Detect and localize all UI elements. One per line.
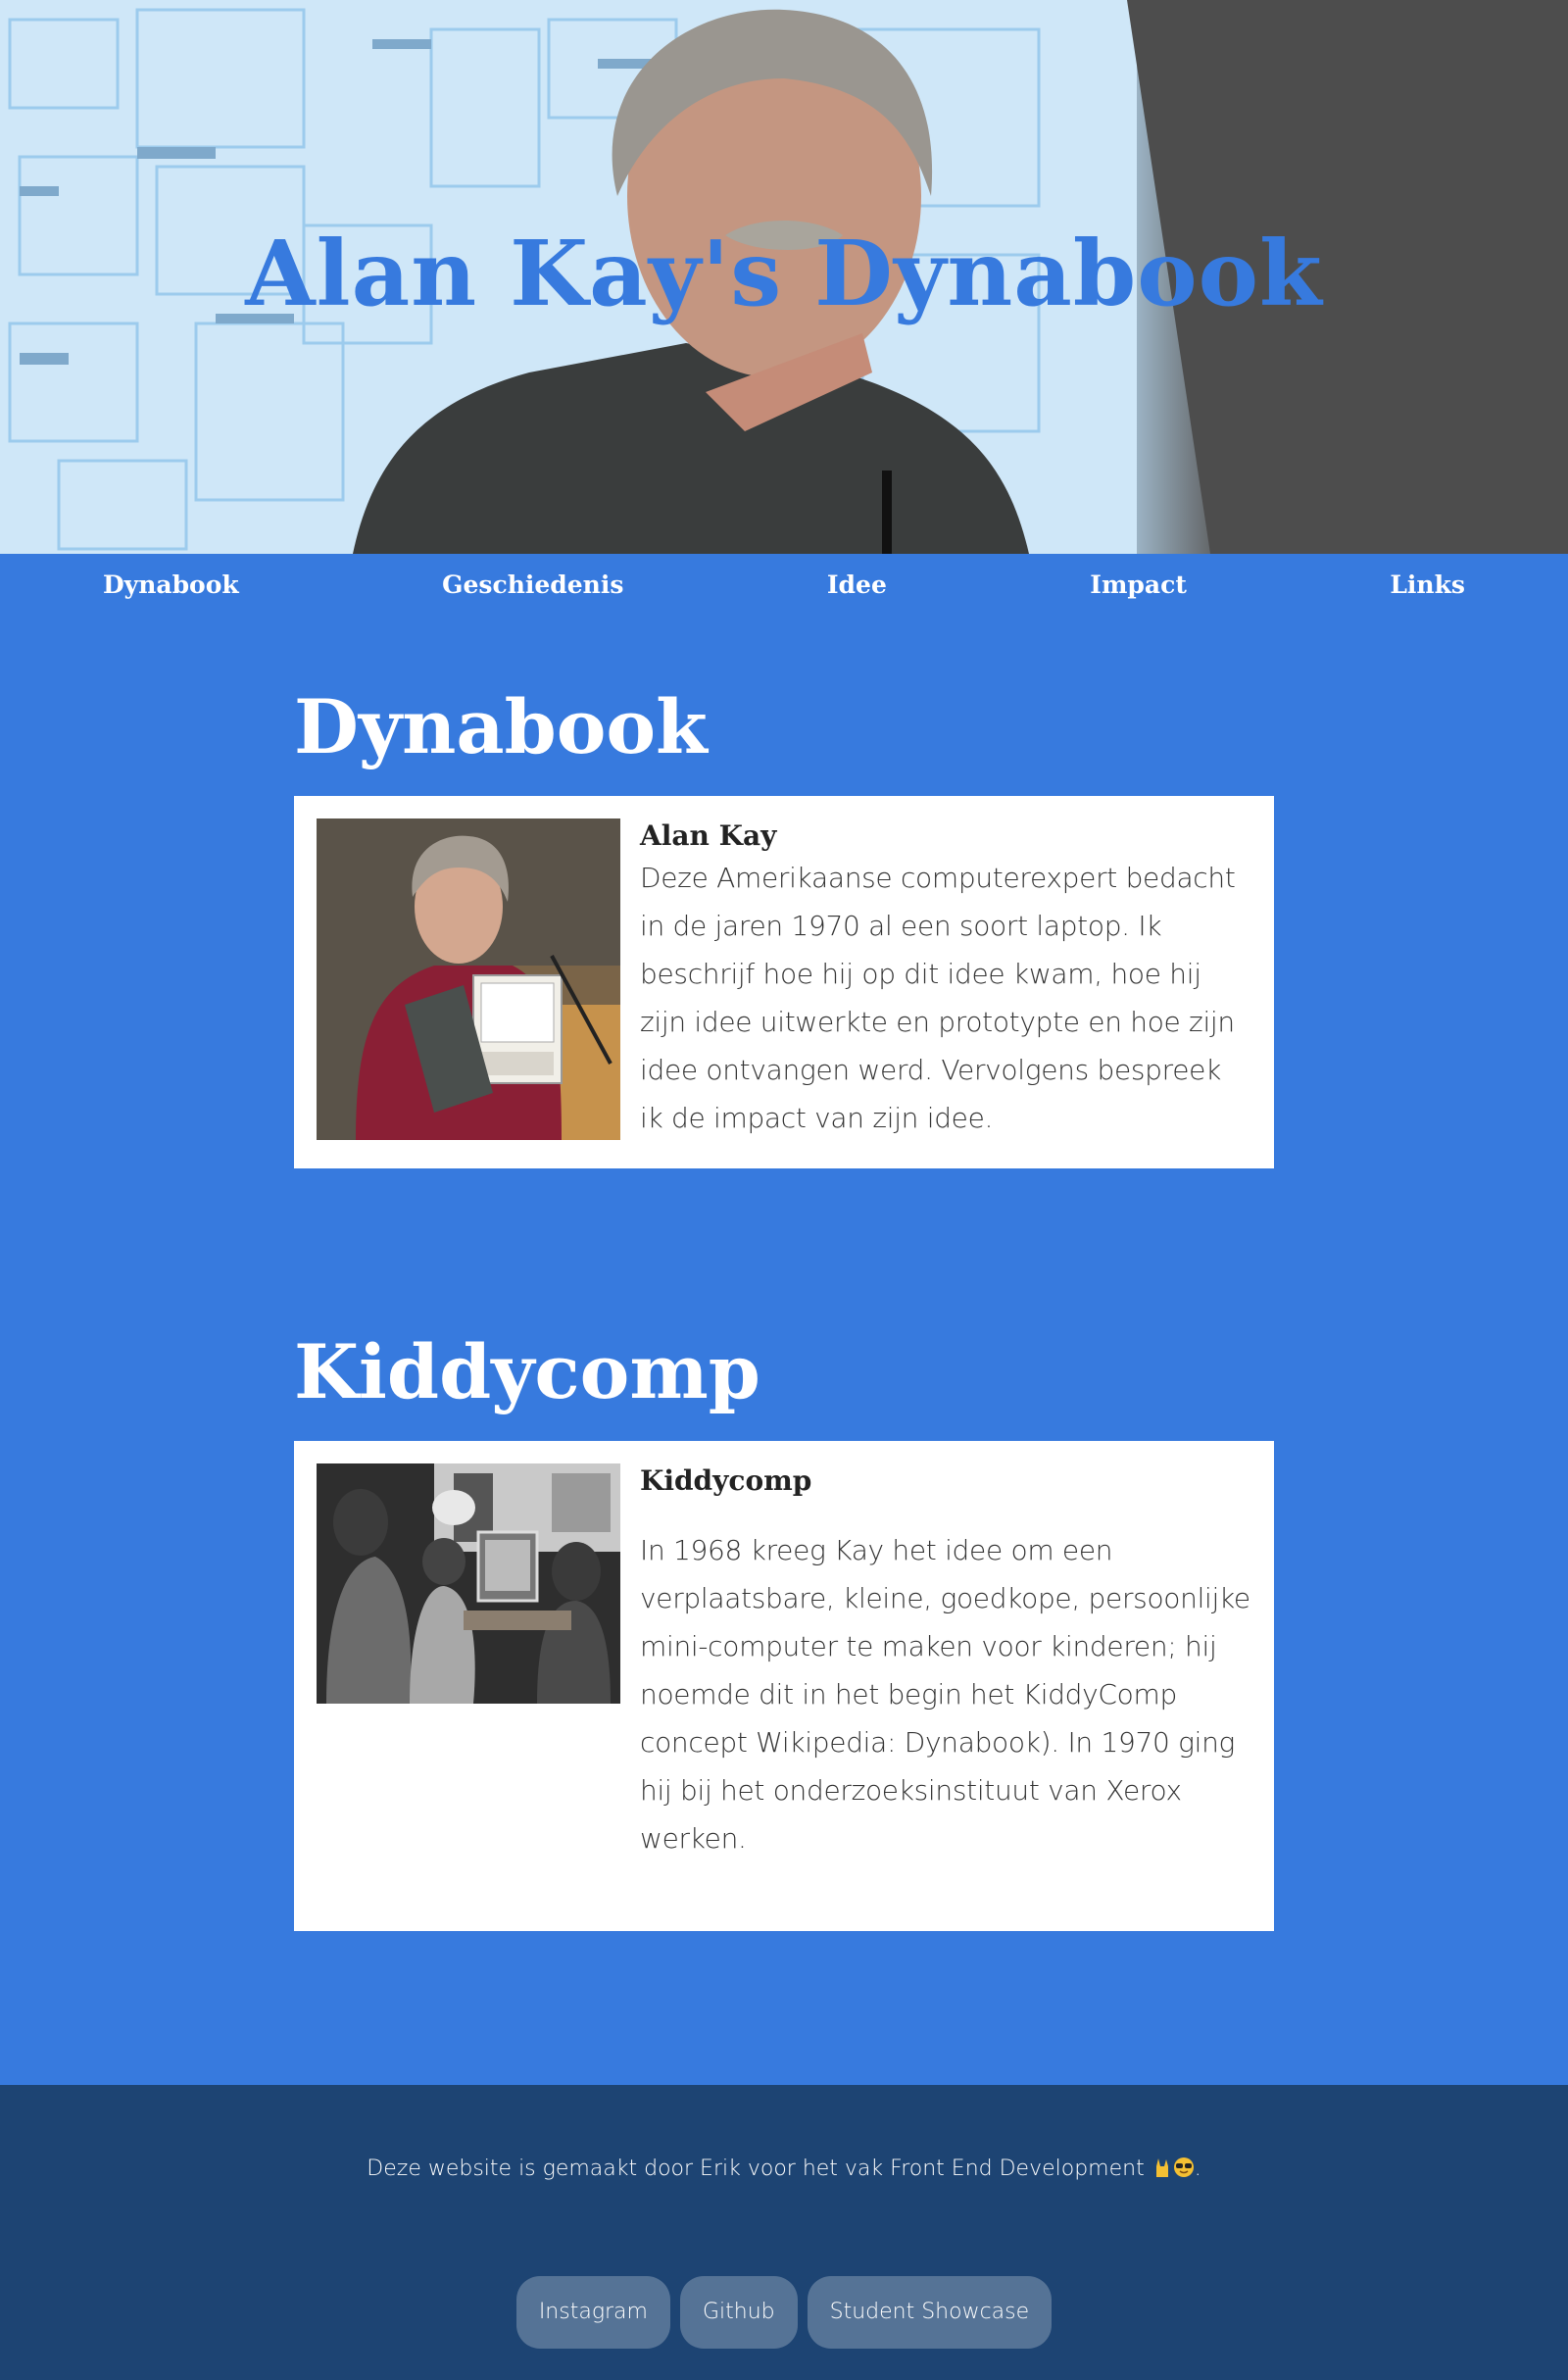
social-buttons: Instagram Github Student Showcase [0, 2276, 1568, 2349]
card-heading: Kiddycomp [640, 1464, 812, 1497]
sunglasses-face-icon [1173, 2157, 1194, 2177]
student-showcase-button[interactable]: Student Showcase [807, 2276, 1053, 2349]
nav-item-dynabook[interactable]: Dynabook [103, 570, 239, 599]
kiddycomp-photo [317, 1463, 620, 1704]
main-content: Dynabook Alan Kay Deze Amerikaanse compu… [294, 615, 1274, 1931]
footer-text: Deze website is gemaakt door Erik voor h… [367, 2157, 1145, 2181]
footer-text-end: . [1194, 2157, 1201, 2181]
section-title: Dynabook [294, 683, 708, 770]
hero-banner: Alan Kay's Dynabook [0, 0, 1568, 554]
nav-item-idee[interactable]: Idee [827, 570, 887, 599]
card-paragraph: In 1968 kreeg Kay het idee om een verpla… [640, 1534, 1250, 1855]
content-card: Alan Kay Deze Amerikaanse computerexpert… [294, 796, 1274, 1168]
page-title: Alan Kay's Dynabook [245, 221, 1323, 326]
section-kiddycomp: Kiddycomp Kiddycomp In 1968 kreeg Kay he… [294, 1314, 1274, 1931]
content-card: Kiddycomp In 1968 kreeg Kay het idee om … [294, 1441, 1274, 1931]
card-text-block: Kiddycomp In 1968 kreeg Kay het idee om … [640, 1463, 1251, 1909]
card-text-block: Alan Kay Deze Amerikaanse computerexpert… [640, 818, 1251, 1146]
nav-item-links[interactable]: Links [1390, 570, 1465, 599]
instagram-button[interactable]: Instagram [515, 2276, 670, 2349]
section-dynabook: Dynabook Alan Kay Deze Amerikaanse compu… [294, 669, 1274, 1168]
alan-kay-photo [317, 818, 620, 1140]
footer-credit: Deze website is gemaakt door Erik voor h… [0, 2085, 1568, 2181]
footer: Deze website is gemaakt door Erik voor h… [0, 2085, 1568, 2380]
section-title: Kiddycomp [294, 1328, 760, 1415]
card-paragraph: Deze Amerikaanse computerexpert bedacht … [640, 862, 1236, 1134]
rock-hand-icon [1155, 2158, 1168, 2177]
github-button[interactable]: Github [679, 2276, 798, 2349]
card-heading: Alan Kay [640, 819, 777, 852]
nav-item-geschiedenis[interactable]: Geschiedenis [442, 570, 623, 599]
main-nav: Dynabook Geschiedenis Idee Impact Links [0, 554, 1568, 615]
nav-item-impact[interactable]: Impact [1090, 570, 1187, 599]
